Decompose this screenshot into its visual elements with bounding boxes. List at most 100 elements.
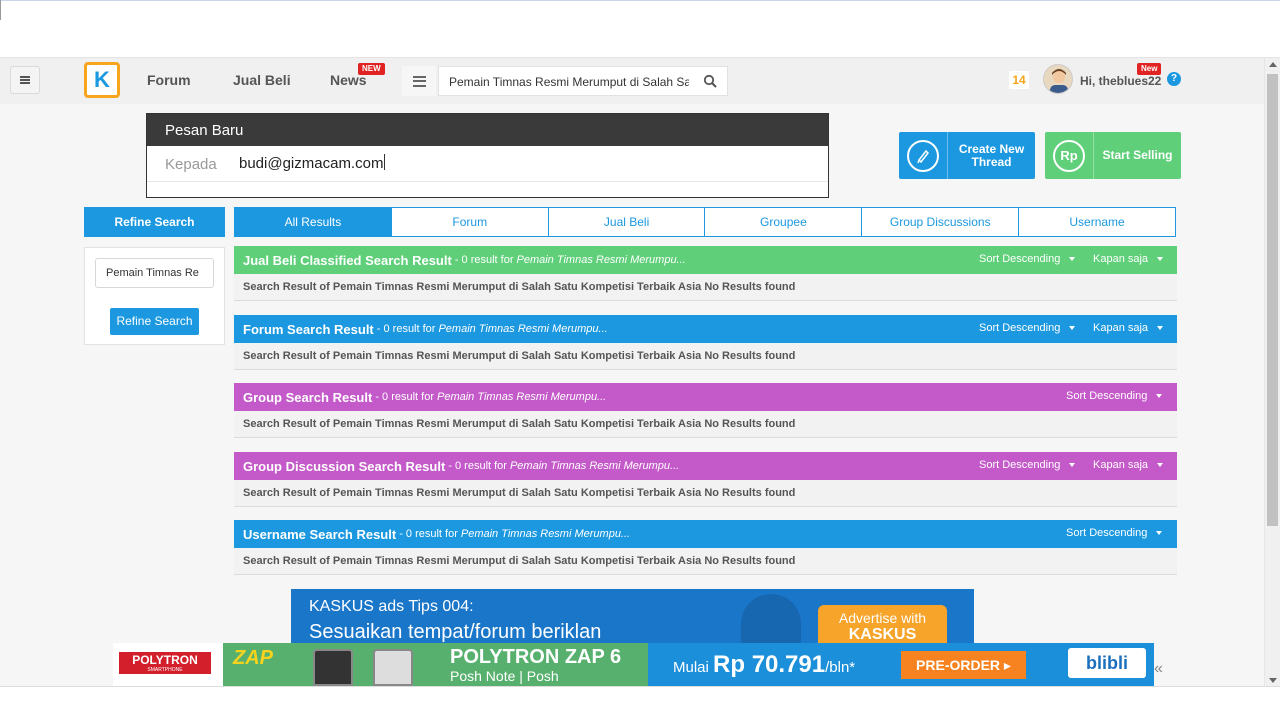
caret-down-icon — [1069, 257, 1076, 261]
notification-count[interactable]: 14 — [1009, 71, 1029, 89]
time-dropdown[interactable]: Kapan saja — [1093, 459, 1164, 471]
section-query: Pemain Timnas Resmi Merumpu... — [437, 391, 607, 403]
result-tabs: All Results Forum Jual Beli Groupee Grou… — [234, 207, 1176, 237]
search-input[interactable] — [449, 73, 689, 91]
sort-dropdown[interactable]: Sort Descending — [979, 322, 1076, 334]
polytron-logo-box: POLYTRON SMARTPHONE — [119, 652, 211, 674]
section-title: Group Search Result — [243, 389, 373, 405]
section-body: Search Result of Pemain Timnas Resmi Mer… — [234, 411, 1177, 438]
time-label: Kapan saja — [1093, 459, 1149, 471]
ad-tip-text: Sesuaikan tempat/forum beriklan — [309, 621, 602, 643]
search-icon[interactable] — [703, 74, 717, 88]
browser-bottom-strip — [0, 686, 1280, 720]
search-category-menu[interactable] — [402, 66, 436, 96]
section-header: Jual Beli Classified Search Result - 0 r… — [234, 246, 1177, 274]
phone-image — [313, 649, 353, 686]
price-prefix: Mulai — [673, 659, 709, 676]
section-result-count: - 0 result for — [454, 254, 514, 266]
section-title: Group Discussion Search Result — [243, 458, 446, 474]
sort-label: Sort Descending — [979, 459, 1061, 471]
section-result-count: - 0 result for — [448, 460, 507, 472]
refine-search-panel: Refine Search — [84, 247, 225, 345]
section-title: Forum Search Result — [243, 321, 374, 337]
section-result-count: - 0 result for — [399, 528, 458, 540]
section-query: Pemain Timnas Resmi Merumpu... — [509, 460, 680, 472]
tab-username[interactable]: Username — [1018, 208, 1175, 236]
new-message-popup: Pesan Baru Kepada budi@gizmacam.com — [146, 113, 829, 198]
tab-group-discussions[interactable]: Group Discussions — [861, 208, 1018, 236]
scroll-down-icon[interactable] — [1269, 678, 1277, 683]
scroll-up-icon[interactable] — [1269, 62, 1277, 67]
tab-all-results[interactable]: All Results — [235, 208, 391, 236]
refine-search-button[interactable]: Refine Search — [110, 308, 199, 335]
caret-down-icon — [1156, 394, 1163, 398]
sort-label: Sort Descending — [979, 253, 1061, 265]
user-greeting[interactable]: Hi, theblues22 — [1080, 74, 1161, 88]
sort-label: Sort Descending — [1066, 390, 1148, 402]
blibli-logo: blibli — [1068, 648, 1146, 678]
tab-forum[interactable]: Forum — [390, 208, 548, 236]
page-scrollbar[interactable] — [1264, 58, 1280, 686]
recipient-label: Kepada — [165, 156, 217, 173]
tab-groupee[interactable]: Groupee — [704, 208, 861, 236]
section-body: Search Result of Pemain Timnas Resmi Mer… — [234, 274, 1177, 301]
jual-beli-result-section: Jual Beli Classified Search Result - 0 r… — [234, 246, 1177, 301]
sort-dropdown[interactable]: Sort Descending — [979, 459, 1076, 471]
news-new-badge: NEW — [358, 63, 385, 75]
polytron-logo-text: POLYTRON — [132, 653, 198, 667]
section-header: Group Discussion Search Result - 0 resul… — [234, 452, 1177, 480]
time-dropdown[interactable]: Kapan saja — [1093, 322, 1164, 334]
section-header: Forum Search Result - 0 result for Pemai… — [234, 315, 1177, 343]
group-discussion-result-section: Group Discussion Search Result - 0 resul… — [234, 452, 1177, 507]
preorder-label: PRE-ORDER — [916, 657, 1001, 673]
caret-down-icon — [1156, 531, 1163, 535]
ad-illustration — [741, 594, 801, 649]
section-query: Pemain Timnas Resmi Merumpu... — [516, 254, 686, 266]
section-body: Search Result of Pemain Timnas Resmi Mer… — [234, 548, 1177, 575]
section-body: Search Result of Pemain Timnas Resmi Mer… — [234, 343, 1177, 370]
group-result-section: Group Search Result - 0 result for Pemai… — [234, 383, 1177, 438]
tab-jual-beli[interactable]: Jual Beli — [547, 208, 705, 236]
section-body: Search Result of Pemain Timnas Resmi Mer… — [234, 480, 1177, 507]
ad-tip-title: KASKUS ads Tips 004: — [309, 598, 474, 615]
sort-dropdown[interactable]: Sort Descending — [1066, 390, 1163, 402]
sidebar-toggle-button[interactable] — [10, 66, 40, 94]
scroll-thumb[interactable] — [1267, 74, 1278, 526]
collapse-ad-icon[interactable]: « — [1154, 660, 1166, 680]
start-selling-button[interactable]: Rp Start Selling — [1045, 132, 1181, 179]
recipient-input[interactable]: budi@gizmacam.com — [239, 154, 385, 172]
caret-down-icon — [1069, 326, 1076, 330]
caret-down-icon — [1069, 463, 1076, 467]
sort-dropdown[interactable]: Sort Descending — [1066, 527, 1163, 539]
section-result-count: - 0 result for — [375, 391, 434, 403]
polytron-logo: POLYTRON SMARTPHONE — [113, 643, 223, 686]
sort-label: Sort Descending — [1066, 527, 1148, 539]
kaskus-logo[interactable]: K — [84, 62, 120, 98]
time-label: Kapan saja — [1093, 253, 1149, 265]
site-header: K Forum Jual Beli News NEW 14 Hi, theblu… — [0, 58, 1264, 104]
username-result-section: Username Search Result - 0 result for Pe… — [234, 520, 1177, 575]
popup-title: Pesan Baru — [147, 114, 828, 146]
sort-dropdown[interactable]: Sort Descending — [979, 253, 1076, 265]
avatar[interactable] — [1043, 64, 1073, 94]
caret-down-icon — [1157, 463, 1164, 467]
section-result-count: - 0 result for — [376, 323, 436, 335]
create-thread-button[interactable]: Create New Thread — [899, 132, 1035, 179]
browser-top-strip — [0, 0, 1280, 58]
menu-icon — [412, 75, 426, 87]
nav-forum[interactable]: Forum — [147, 72, 191, 88]
nav-jual-beli[interactable]: Jual Beli — [233, 72, 291, 88]
refine-search-input[interactable] — [95, 258, 214, 288]
time-label: Kapan saja — [1093, 322, 1149, 334]
logo-glyph: K — [94, 67, 110, 92]
advertise-label: Advertise with — [838, 610, 927, 626]
preorder-button[interactable]: PRE-ORDER ▸ — [901, 651, 1026, 679]
polytron-banner-ad[interactable]: POLYTRON SMARTPHONE ZAP POLYTRON ZAP 6 Po… — [113, 643, 1154, 686]
zap-logo: ZAP — [233, 647, 273, 669]
help-icon[interactable]: ? — [1167, 72, 1181, 86]
rupiah-icon: Rp — [1053, 139, 1085, 172]
start-selling-label: Start Selling — [1102, 148, 1173, 162]
kaskus-ads-banner[interactable]: KASKUS ads Tips 004: Sesuaikan tempat/fo… — [291, 589, 974, 649]
time-dropdown[interactable]: Kapan saja — [1093, 253, 1164, 265]
section-query: Pemain Timnas Resmi Merumpu... — [460, 528, 631, 540]
